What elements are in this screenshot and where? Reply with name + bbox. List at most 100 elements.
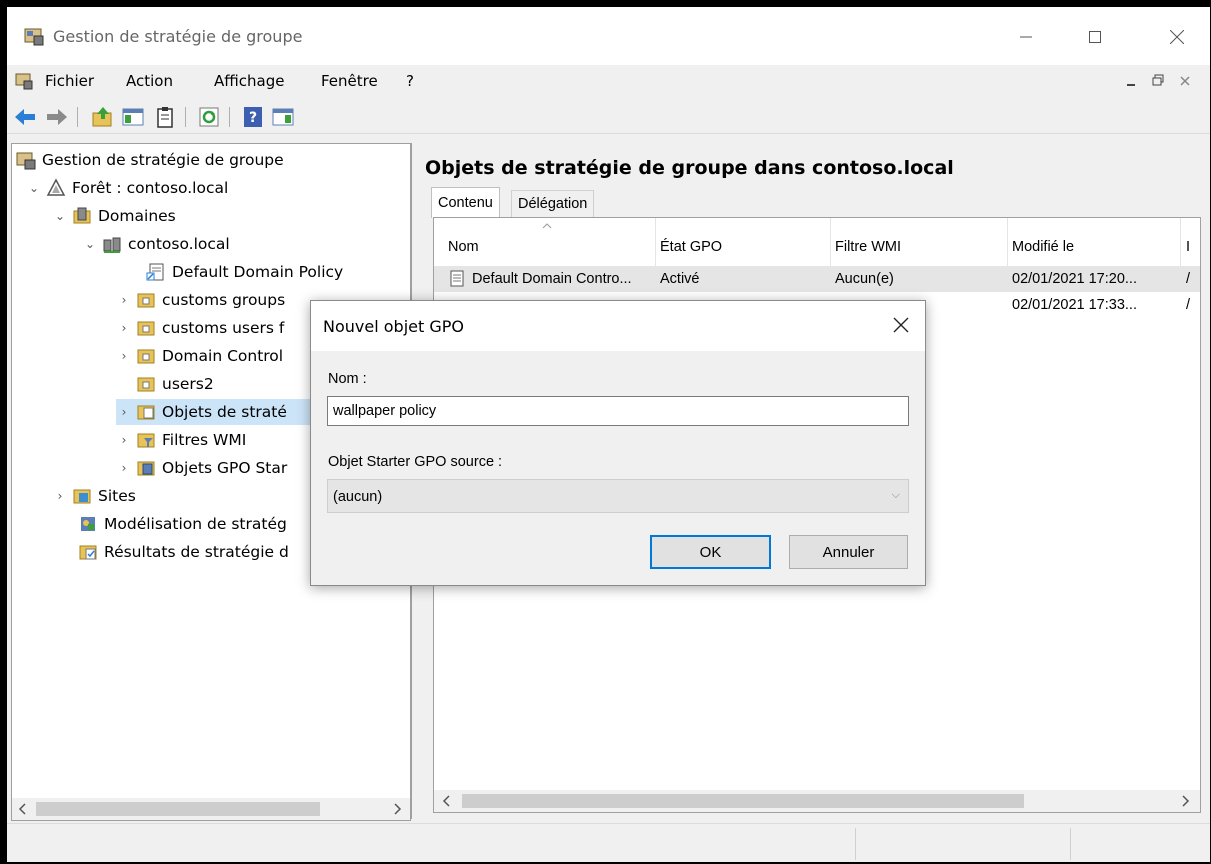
column-divider xyxy=(1007,218,1008,266)
window-title: Gestion de stratégie de groupe xyxy=(53,27,303,46)
column-etat-gpo[interactable]: État GPO xyxy=(660,239,722,255)
tree-item-starter-gpos[interactable]: › Objets GPO Star xyxy=(116,455,288,481)
menu-fenetre[interactable]: Fenêtre xyxy=(321,72,378,90)
tree-item-sites[interactable]: › Sites xyxy=(52,483,136,509)
column-filtre-wmi[interactable]: Filtre WMI xyxy=(835,239,901,255)
tree-item-gpmc-root[interactable]: Gestion de stratégie de groupe xyxy=(16,147,284,173)
starter-gpo-icon xyxy=(137,461,155,476)
ok-button[interactable]: OK xyxy=(650,535,771,569)
list-item[interactable]: Default Domain Contro... Activé Aucun(e)… xyxy=(434,266,1200,292)
tree-item-label: Sites xyxy=(98,487,136,505)
scroll-right-icon[interactable] xyxy=(392,803,402,815)
collapse-chevron-icon[interactable]: › xyxy=(52,489,68,503)
tree-item-customs-groups[interactable]: › customs groups xyxy=(116,287,286,313)
starter-gpo-select[interactable]: (aucun) ⌵ xyxy=(327,479,909,513)
column-modifie-le[interactable]: Modifié le xyxy=(1012,239,1074,255)
tree-item-label: Forêt : contoso.local xyxy=(72,179,229,197)
close-window-button[interactable] xyxy=(1154,19,1200,55)
help-icon[interactable]: ? xyxy=(241,105,265,129)
minimize-button[interactable] xyxy=(1003,19,1049,55)
tree-item-results[interactable]: Résultats de stratégie d xyxy=(78,539,289,565)
tree-item-label: Default Domain Policy xyxy=(172,263,344,281)
tree-item-label: customs groups xyxy=(162,291,286,309)
collapse-chevron-icon[interactable]: › xyxy=(116,321,132,335)
menu-help[interactable]: ? xyxy=(406,72,414,90)
cell-name: Default Domain Contro... xyxy=(472,271,632,287)
forward-arrow-icon[interactable] xyxy=(45,105,69,129)
tree-item-contoso-local[interactable]: ⌄ contoso.local xyxy=(82,231,230,257)
column-nom[interactable]: Nom xyxy=(448,239,479,255)
mdi-minimize-button[interactable] xyxy=(1120,71,1142,93)
tree-item-users2[interactable]: users2 xyxy=(136,371,214,397)
domain-icon xyxy=(103,237,121,253)
collapse-chevron-icon[interactable]: › xyxy=(116,293,132,307)
name-label: Nom : xyxy=(328,371,367,387)
tree-item-forest[interactable]: ⌄ Forêt : contoso.local xyxy=(26,175,228,201)
tree-horizontal-scrollbar[interactable] xyxy=(12,798,410,820)
clipboard-icon[interactable] xyxy=(153,105,177,129)
maximize-button[interactable] xyxy=(1072,19,1118,55)
dialog-title-bar: Nouvel objet GPO xyxy=(311,301,925,351)
scroll-left-icon[interactable] xyxy=(442,795,452,807)
toolbar-separator xyxy=(185,107,186,127)
collapse-chevron-icon[interactable]: › xyxy=(116,349,132,363)
expand-chevron-icon[interactable]: ⌄ xyxy=(26,181,42,195)
new-gpo-dialog: Nouvel objet GPO Nom : wallpaper policy … xyxy=(310,300,926,586)
column-divider xyxy=(655,218,656,266)
tree-item-label: Domain Control xyxy=(162,347,284,365)
scroll-right-icon[interactable] xyxy=(1180,795,1190,807)
refresh-icon[interactable] xyxy=(197,105,221,129)
scroll-thumb[interactable] xyxy=(36,802,320,816)
tree-item-label: Domaines xyxy=(98,207,176,225)
gpmc-window: Gestion de stratégie de groupe Fichier A… xyxy=(7,7,1210,862)
tree-item-modeling[interactable]: Modélisation de stratég xyxy=(78,511,287,537)
up-folder-icon[interactable] xyxy=(91,105,115,129)
back-arrow-icon[interactable] xyxy=(13,105,37,129)
starter-gpo-label: Objet Starter GPO source : xyxy=(328,454,503,470)
mdi-close-button[interactable] xyxy=(1174,71,1196,93)
tree-item-default-domain-policy[interactable]: Default Domain Policy xyxy=(146,259,343,285)
toolbar-separator xyxy=(229,107,230,127)
tree-item-label: contoso.local xyxy=(128,235,230,253)
collapse-chevron-icon[interactable]: › xyxy=(116,405,132,419)
scroll-left-icon[interactable] xyxy=(18,803,28,815)
tree-item-customs-users[interactable]: › customs users f xyxy=(116,315,285,341)
tree-item-wmi-filters[interactable]: › Filtres WMI xyxy=(116,427,247,453)
gpo-name-field[interactable]: wallpaper policy xyxy=(327,396,909,426)
toolbar: ? xyxy=(7,101,1210,134)
menu-action[interactable]: Action xyxy=(126,72,173,90)
mdi-minimize-icon xyxy=(1127,84,1135,86)
tab-contenu[interactable]: Contenu xyxy=(431,187,500,218)
mdi-close-icon xyxy=(1180,76,1190,86)
cell-modified: 02/01/2021 17:33... xyxy=(1012,297,1137,313)
menu-fichier[interactable]: Fichier xyxy=(45,72,94,90)
mdi-restore-icon xyxy=(1152,74,1164,86)
list-horizontal-scrollbar[interactable] xyxy=(434,790,1200,812)
show-action-pane-icon[interactable] xyxy=(271,105,295,129)
scroll-thumb[interactable] xyxy=(462,794,1024,808)
cancel-button[interactable]: Annuler xyxy=(789,535,908,569)
menu-affichage[interactable]: Affichage xyxy=(214,72,284,90)
expand-chevron-icon[interactable]: ⌄ xyxy=(52,209,68,223)
results-icon xyxy=(79,545,97,560)
tree-item-domain-controllers[interactable]: › Domain Control xyxy=(116,343,284,369)
gpmc-console-icon xyxy=(16,152,36,170)
collapse-chevron-icon[interactable]: › xyxy=(116,461,132,475)
mdi-restore-button[interactable] xyxy=(1147,71,1169,93)
cell-truncated: / xyxy=(1186,271,1191,287)
column-truncated[interactable]: I xyxy=(1186,239,1190,255)
close-icon xyxy=(1170,30,1184,44)
tree-item-label: Objets GPO Star xyxy=(162,459,288,477)
system-menu-icon[interactable] xyxy=(15,72,33,90)
collapse-chevron-icon[interactable]: › xyxy=(116,433,132,447)
forest-icon xyxy=(46,178,66,196)
show-hide-tree-icon[interactable] xyxy=(121,105,145,129)
tab-delegation[interactable]: Délégation xyxy=(511,190,595,217)
gpo-container-icon xyxy=(137,405,155,420)
tree-item-domains[interactable]: ⌄ Domaines xyxy=(52,203,176,229)
expand-chevron-icon[interactable]: ⌄ xyxy=(82,237,98,251)
ou-folder-icon xyxy=(137,293,155,308)
close-icon[interactable] xyxy=(889,313,913,337)
toolbar-separator xyxy=(77,107,78,127)
status-divider xyxy=(855,828,856,860)
